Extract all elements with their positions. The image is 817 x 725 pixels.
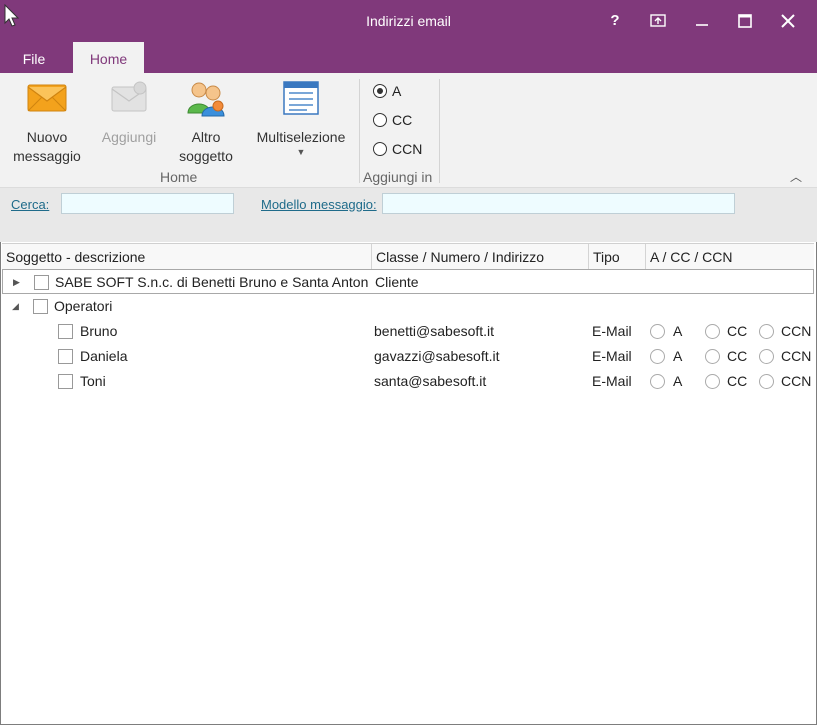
minimize-icon xyxy=(696,24,708,26)
table-row[interactable]: Bruno benetti@sabesoft.it E-Mail A CC CC… xyxy=(2,319,814,344)
radio-cc-label: CC xyxy=(727,348,748,364)
radio-ccn-option[interactable] xyxy=(759,349,774,364)
row-checkbox[interactable] xyxy=(34,275,49,290)
radio-a-label: A xyxy=(392,83,402,99)
address-cell: benetti@sabesoft.it xyxy=(374,323,495,339)
title-bar: Indirizzi email ? xyxy=(0,0,817,42)
add-label: Aggiungi xyxy=(101,129,157,145)
radio-cc-circle[interactable] xyxy=(373,113,387,127)
multiselect-button[interactable]: Multiselezione ▼ xyxy=(250,79,352,157)
close-icon xyxy=(781,14,795,28)
radio-a-label: A xyxy=(673,323,683,339)
menu-tab-row: File Home xyxy=(0,42,817,73)
envelope-icon xyxy=(27,84,67,112)
collapse-ribbon-icon[interactable]: ︿ xyxy=(790,168,802,185)
home-group-label: Home xyxy=(160,169,198,185)
radio-cc-label: CC xyxy=(727,373,748,389)
pin-window-icon xyxy=(650,14,666,27)
table-row[interactable]: ◢ Operatori xyxy=(2,294,814,319)
help-button[interactable]: ? xyxy=(603,10,627,32)
template-input[interactable] xyxy=(382,193,735,214)
type-cell: E-Mail xyxy=(592,348,632,364)
address-cell: gavazzi@sabesoft.it xyxy=(374,348,500,364)
type-cell: E-Mail xyxy=(592,373,632,389)
subject-cell: Bruno xyxy=(80,323,118,339)
group-separator xyxy=(359,79,360,183)
tab-file[interactable]: File xyxy=(12,42,56,73)
new-message-label: Nuovo messaggio xyxy=(13,129,81,164)
radio-a-option[interactable] xyxy=(650,324,665,339)
table-row[interactable]: Daniela gavazzi@sabesoft.it E-Mail A CC … xyxy=(2,344,814,369)
collapse-arrow-icon[interactable]: ◢ xyxy=(12,301,19,312)
subject-cell: Daniela xyxy=(80,348,128,364)
type-cell: E-Mail xyxy=(592,323,632,339)
col-address[interactable]: Classe / Numero / Indirizzo xyxy=(372,244,589,269)
table-row[interactable]: ▶ SABE SOFT S.n.c. di Benetti Bruno e Sa… xyxy=(2,269,814,294)
row-checkbox[interactable] xyxy=(58,374,73,389)
other-subject-label: Altro soggetto xyxy=(179,129,233,164)
radio-ccn-label: CCN xyxy=(392,141,423,157)
template-label: Modello messaggio: xyxy=(261,197,377,212)
list-icon xyxy=(283,81,319,115)
radio-a-option[interactable] xyxy=(650,374,665,389)
radio-a[interactable]: A xyxy=(373,81,401,101)
search-input[interactable] xyxy=(61,193,234,214)
radio-cc[interactable]: CC xyxy=(373,110,412,130)
col-recipient[interactable]: A / CC / CCN xyxy=(646,244,814,269)
radio-ccn-option[interactable] xyxy=(759,374,774,389)
col-type[interactable]: Tipo xyxy=(589,244,646,269)
grid-header: Soggetto - descrizione Classe / Numero /… xyxy=(2,243,814,270)
radio-ccn-label: CCN xyxy=(781,373,812,389)
new-message-button[interactable]: Nuovo messaggio xyxy=(8,79,86,166)
col-subject[interactable]: Soggetto - descrizione xyxy=(2,244,372,269)
minimize-button[interactable] xyxy=(690,10,714,32)
dropdown-arrow-icon[interactable]: ▼ xyxy=(250,147,352,157)
add-mail-icon xyxy=(111,81,147,112)
radio-ccn-label: CCN xyxy=(781,348,812,364)
radio-a-option[interactable] xyxy=(650,349,665,364)
people-icon xyxy=(187,82,225,117)
radio-cc-label: CC xyxy=(727,323,748,339)
tab-home[interactable]: Home xyxy=(73,42,144,73)
search-bar: Cerca: Modello messaggio: xyxy=(0,188,817,242)
row-checkbox[interactable] xyxy=(58,349,73,364)
radio-ccn-option[interactable] xyxy=(759,324,774,339)
radio-cc-label: CC xyxy=(392,112,413,128)
expand-arrow-icon[interactable]: ▶ xyxy=(13,277,20,288)
class-cell: Cliente xyxy=(375,274,419,290)
ribbon: Nuovomessaggio Aggiungi Altrosoggetto xyxy=(0,73,817,188)
radio-a-label: A xyxy=(673,373,683,389)
subject-cell: Operatori xyxy=(54,298,113,314)
radio-cc-option[interactable] xyxy=(705,324,720,339)
radio-ccn[interactable]: CCN xyxy=(373,139,422,159)
maximize-icon xyxy=(738,14,752,28)
radio-cc-option[interactable] xyxy=(705,374,720,389)
table-row[interactable]: Toni santa@sabesoft.it E-Mail A CC CCN xyxy=(2,369,814,394)
radio-cc-option[interactable] xyxy=(705,349,720,364)
close-button[interactable] xyxy=(776,10,800,32)
radio-a-circle[interactable] xyxy=(373,84,387,98)
other-subject-button[interactable]: Altro soggetto xyxy=(172,79,240,166)
multiselect-label: Multiselezione xyxy=(256,129,346,145)
add-in-group-label: Aggiungi in xyxy=(363,169,433,185)
subject-cell: Toni xyxy=(80,373,106,389)
group-separator-2 xyxy=(439,79,440,183)
row-checkbox[interactable] xyxy=(33,299,48,314)
restore-icon-button[interactable] xyxy=(646,10,670,32)
radio-ccn-label: CCN xyxy=(781,323,812,339)
row-checkbox[interactable] xyxy=(58,324,73,339)
radio-a-label: A xyxy=(673,348,683,364)
add-button[interactable]: Aggiungi xyxy=(94,79,164,147)
subject-cell: SABE SOFT S.n.c. di Benetti Bruno e Sant… xyxy=(55,274,369,290)
radio-ccn-circle[interactable] xyxy=(373,142,387,156)
maximize-button[interactable] xyxy=(733,10,757,32)
search-label: Cerca: xyxy=(11,197,50,212)
address-cell: santa@sabesoft.it xyxy=(374,373,487,389)
